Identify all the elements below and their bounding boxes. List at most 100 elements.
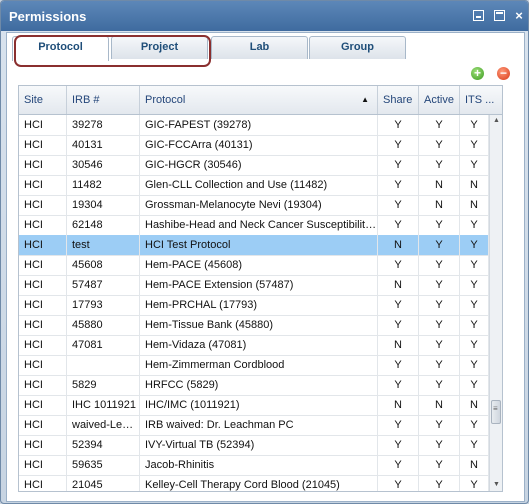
cell-active: Y (419, 255, 460, 275)
add-icon[interactable]: + (471, 67, 484, 80)
cell-active: Y (419, 315, 460, 335)
cell-share: Y (378, 295, 419, 315)
cell-its: Y (460, 375, 489, 395)
minimize-button[interactable] (473, 10, 484, 21)
table-row[interactable]: HCI 59635 Jacob-Rhinitis Y Y N (19, 455, 489, 476)
cell-site: HCI (19, 415, 67, 435)
cell-protocol: Hashibe-Head and Neck Cancer Susceptibil… (140, 215, 378, 235)
cell-irb: 19304 (67, 195, 140, 215)
table-row[interactable]: HCI 21045 Kelley-Cell Therapy Cord Blood (… (19, 475, 489, 491)
cell-its: N (460, 175, 489, 195)
table-row[interactable]: HCI 45608 Hem-PACE (45608) Y Y Y (19, 255, 489, 276)
cell-site: HCI (19, 155, 67, 175)
cell-active: Y (419, 215, 460, 235)
table-row[interactable]: HCIwaived-LeachmanIRB waived: Dr. Leachm… (19, 415, 489, 436)
cell-irb: 45608 (67, 255, 140, 275)
cell-irb (67, 355, 140, 375)
column-header-irb[interactable]: IRB # (67, 86, 140, 114)
cell-irb: 30546 (67, 155, 140, 175)
cell-site: HCI (19, 295, 67, 315)
cell-protocol: Hem-PACE Extension (57487) (140, 275, 378, 295)
column-header-share[interactable]: Share (378, 86, 419, 114)
cell-its: Y (460, 335, 489, 355)
grid-header: Site IRB # Protocol ▲ Share Active ITS .… (19, 86, 502, 115)
cell-protocol: GIC-FCCArra (40131) (140, 135, 378, 155)
cell-active: Y (419, 295, 460, 315)
table-row[interactable]: HCI 40131 GIC-FCCArra (40131) Y Y Y (19, 135, 489, 156)
cell-active: Y (419, 415, 460, 435)
cell-site: HCI (19, 255, 67, 275)
cell-site: HCI (19, 235, 67, 255)
cell-irb: 57487 (67, 275, 140, 295)
cell-irb: 47081 (67, 335, 140, 355)
table-row[interactable]: HCI 11482 Glen-CLL Collection and Use (114… (19, 175, 489, 196)
protocol-grid: Site IRB # Protocol ▲ Share Active ITS .… (18, 85, 503, 492)
cell-share: N (378, 335, 419, 355)
title-bar[interactable]: Permissions × (1, 1, 528, 31)
cell-irb: 17793 (67, 295, 140, 315)
tab-group[interactable]: Group (309, 36, 406, 59)
column-header-active[interactable]: Active (419, 86, 460, 114)
window-title: Permissions (9, 9, 87, 24)
cell-its: Y (460, 295, 489, 315)
cell-its: Y (460, 355, 489, 375)
cell-site: HCI (19, 275, 67, 295)
scroll-thumb[interactable] (491, 400, 501, 424)
cell-its: Y (460, 275, 489, 295)
cell-share: N (378, 235, 419, 255)
cell-protocol: Hem-Tissue Bank (45880) (140, 315, 378, 335)
column-header-site[interactable]: Site (19, 86, 67, 114)
table-row[interactable]: HCI 57487 Hem-PACE Extension (57487) N Y Y (19, 275, 489, 296)
table-row[interactable]: HCI 30546 GIC-HGCR (30546) Y Y Y (19, 155, 489, 176)
table-row[interactable]: HCI 39278 GIC-FAPEST (39278) Y Y Y (19, 115, 489, 136)
cell-its: N (460, 195, 489, 215)
cell-site: HCI (19, 375, 67, 395)
cell-site: HCI (19, 195, 67, 215)
cell-its: N (460, 395, 489, 415)
cell-active: Y (419, 335, 460, 355)
table-row[interactable]: HCI Hem-Zimmerman Cordblood Y Y Y (19, 355, 489, 376)
cell-protocol: Kelley-Cell Therapy Cord Blood (21045) (140, 475, 378, 491)
cell-protocol: Hem-Vidaza (47081) (140, 335, 378, 355)
cell-site: HCI (19, 355, 67, 375)
cell-protocol: Jacob-Rhinitis (140, 455, 378, 475)
cell-share: Y (378, 115, 419, 135)
close-button[interactable]: × (513, 9, 525, 22)
column-header-protocol[interactable]: Protocol ▲ (140, 86, 378, 114)
table-row[interactable]: HCI 45880 Hem-Tissue Bank (45880) Y Y Y (19, 315, 489, 336)
scroll-down-icon[interactable]: ▼ (490, 478, 502, 491)
cell-its: N (460, 455, 489, 475)
cell-irb: 59635 (67, 455, 140, 475)
table-row[interactable]: HCI 52394 IVY-Virtual TB (52394) Y Y Y (19, 435, 489, 456)
cell-site: HCI (19, 395, 67, 415)
cell-share: Y (378, 175, 419, 195)
table-row[interactable]: HCI 47081 Hem-Vidaza (47081) N Y Y (19, 335, 489, 356)
cell-active: Y (419, 275, 460, 295)
column-header-its[interactable]: ITS ... (460, 86, 502, 114)
cell-active: Y (419, 155, 460, 175)
cell-irb: 62148 (67, 215, 140, 235)
table-row[interactable]: HCI 62148 Hashibe-Head and Neck Cancer Sus… (19, 215, 489, 236)
cell-irb: 11482 (67, 175, 140, 195)
maximize-button[interactable] (494, 10, 505, 21)
table-row[interactable]: HCI IHC 1011921 IHC/IMC (1011921) N N N (19, 395, 489, 416)
cell-share: Y (378, 415, 419, 435)
remove-icon[interactable]: − (497, 67, 510, 80)
cell-irb: waived-Leachman (67, 415, 140, 435)
table-row[interactable]: HCI 17793 Hem-PRCHAL (17793) Y Y Y (19, 295, 489, 316)
cell-its: Y (460, 135, 489, 155)
vertical-scrollbar[interactable]: ▲ ▼ (489, 115, 502, 491)
cell-site: HCI (19, 215, 67, 235)
cell-active: Y (419, 135, 460, 155)
table-row[interactable]: HCI test HCI Test Protocol N Y Y (19, 235, 489, 256)
cell-site: HCI (19, 135, 67, 155)
cell-share: Y (378, 255, 419, 275)
scroll-up-icon[interactable]: ▲ (490, 115, 502, 128)
cell-share: Y (378, 375, 419, 395)
table-row[interactable]: HCI 19304 Grossman-Melanocyte Nevi (19304)… (19, 195, 489, 216)
cell-share: Y (378, 155, 419, 175)
tab-lab[interactable]: Lab (211, 36, 308, 59)
table-row[interactable]: HCI 5829 HRFCC (5829) Y Y Y (19, 375, 489, 396)
cell-protocol: Hem-PRCHAL (17793) (140, 295, 378, 315)
cell-active: Y (419, 115, 460, 135)
